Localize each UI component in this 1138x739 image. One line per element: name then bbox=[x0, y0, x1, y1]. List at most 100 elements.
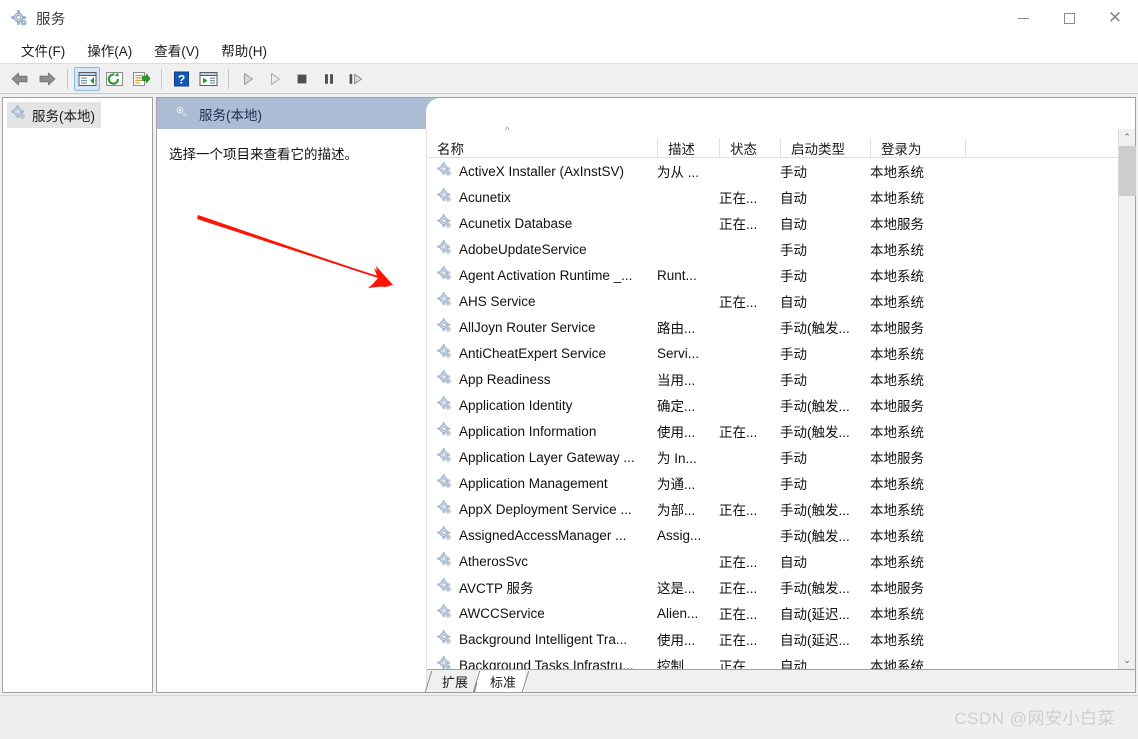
column-header-logon-as[interactable]: 登录为 bbox=[870, 138, 965, 158]
start-service-button[interactable] bbox=[235, 67, 261, 91]
cell-description: 路由... bbox=[657, 321, 696, 336]
cell-service-name: Background Tasks Infrastru... bbox=[427, 656, 657, 669]
column-header-filler[interactable] bbox=[965, 138, 1118, 158]
back-button[interactable] bbox=[7, 67, 33, 91]
show-hide-tree-icon bbox=[78, 71, 96, 86]
pause-service-icon bbox=[325, 73, 333, 84]
refresh-button[interactable] bbox=[101, 67, 127, 91]
table-row[interactable]: Application Management 为通... 手动 本地系统 bbox=[427, 470, 1118, 496]
forward-button[interactable] bbox=[34, 67, 60, 91]
cell-startup-type: 手动 bbox=[780, 347, 807, 362]
description-text: 选择一个项目来查看它的描述。 bbox=[169, 147, 358, 162]
service-name-label: Application Information bbox=[459, 423, 597, 439]
cell-startup-type: 自动 bbox=[780, 295, 807, 310]
column-header-status[interactable]: 状态 bbox=[719, 138, 780, 158]
cell-description: 为通... bbox=[657, 477, 696, 492]
table-row[interactable]: AssignedAccessManager ... Assig... 手动(触发..… bbox=[427, 522, 1118, 548]
cell-service-name: Application Information bbox=[427, 422, 657, 440]
vertical-scrollbar[interactable]: ⌃ ⌄ bbox=[1118, 129, 1136, 669]
table-row[interactable]: Background Intelligent Tra... 使用... 正在... 自… bbox=[427, 626, 1118, 652]
show-hide-tree-button[interactable] bbox=[74, 66, 100, 91]
table-row[interactable]: App Readiness 当用... 手动 本地系统 bbox=[427, 366, 1118, 392]
cell-service-name: ActiveX Installer (AxInstSV) bbox=[427, 162, 657, 180]
menu-bar: 文件(F) 操作(A) 查看(V) 帮助(H) bbox=[0, 36, 1138, 63]
table-row[interactable]: AVCTP 服务 这是... 正在... 手动(触发... 本地服务 bbox=[427, 574, 1118, 600]
cell-logon-as: 本地系统 bbox=[870, 243, 924, 258]
cell-startup-type: 手动 bbox=[780, 243, 807, 258]
restart-service-button[interactable] bbox=[343, 67, 369, 91]
cell-status: 正在... bbox=[719, 555, 758, 570]
cell-logon-as: 本地系统 bbox=[870, 607, 924, 622]
pane-header-title: 服务(本地) bbox=[199, 107, 262, 123]
pause-service-button[interactable] bbox=[316, 67, 342, 91]
service-name-label: ActiveX Installer (AxInstSV) bbox=[459, 163, 625, 179]
cell-startup-type: 手动 bbox=[780, 477, 807, 492]
table-row[interactable]: Application Layer Gateway ... 为 In... 手动 本地… bbox=[427, 444, 1118, 470]
toolbar: ? bbox=[0, 63, 1138, 94]
cell-service-name: AllJoyn Router Service bbox=[427, 318, 657, 336]
menu-view[interactable]: 查看(V) bbox=[143, 38, 210, 62]
table-row[interactable]: Application Information 使用... 正在... 手动(触发..… bbox=[427, 418, 1118, 444]
help-icon: ? bbox=[173, 71, 189, 86]
stop-service-button[interactable] bbox=[289, 67, 315, 91]
table-row[interactable]: AdobeUpdateService 手动 本地系统 bbox=[427, 236, 1118, 262]
properties-button[interactable] bbox=[195, 67, 221, 91]
column-header-name[interactable]: 名称 ^ bbox=[427, 126, 657, 158]
cell-logon-as: 本地系统 bbox=[870, 295, 924, 310]
table-row[interactable]: AtherosSvc 正在... 自动 本地系统 bbox=[427, 548, 1118, 574]
service-name-label: AntiCheatExpert Service bbox=[459, 345, 607, 361]
main-body: 服务(本地) 服务(本地) 选择一个项目来查看它的描述。 名称 ^ 描述 状态 … bbox=[0, 94, 1138, 695]
cell-service-name: Application Layer Gateway ... bbox=[427, 448, 657, 466]
tab-standard[interactable]: 标准 bbox=[472, 671, 530, 692]
cell-description: 使用... bbox=[657, 425, 696, 440]
cell-startup-type: 手动(触发... bbox=[780, 321, 850, 336]
table-row[interactable]: Background Tasks Infrastru... 控制... 正在 自动 本地… bbox=[427, 652, 1118, 669]
cell-service-name: AdobeUpdateService bbox=[427, 240, 657, 258]
minimize-button[interactable] bbox=[1000, 0, 1046, 36]
menu-file[interactable]: 文件(F) bbox=[10, 38, 76, 62]
cell-description: 确定... bbox=[657, 399, 696, 414]
cell-description: 使用... bbox=[657, 633, 696, 648]
cell-logon-as: 本地服务 bbox=[870, 451, 924, 466]
cell-startup-type: 手动 bbox=[780, 373, 807, 388]
table-row[interactable]: AHS Service 正在... 自动 本地系统 bbox=[427, 288, 1118, 314]
scroll-up-icon[interactable]: ⌃ bbox=[1119, 129, 1136, 146]
service-gear-icon bbox=[437, 396, 452, 414]
tab-extended[interactable]: 扩展 bbox=[424, 671, 482, 692]
cell-logon-as: 本地系统 bbox=[870, 347, 924, 362]
table-row[interactable]: AWCCService Alien... 正在... 自动(延迟... 本地系统 bbox=[427, 600, 1118, 626]
scroll-track[interactable] bbox=[1118, 146, 1136, 652]
service-gear-icon bbox=[437, 656, 452, 669]
close-button[interactable]: ✕ bbox=[1092, 0, 1138, 36]
cell-logon-as: 本地服务 bbox=[870, 321, 924, 336]
table-row[interactable]: Acunetix Database 正在... 自动 本地服务 bbox=[427, 210, 1118, 236]
column-headers: 名称 ^ 描述 状态 启动类型 登录为 bbox=[427, 126, 1118, 158]
table-row[interactable]: ActiveX Installer (AxInstSV) 为从 ... 手动 本地系统 bbox=[427, 158, 1118, 184]
cell-description: 为 In... bbox=[657, 451, 697, 466]
column-header-startup-type[interactable]: 启动类型 bbox=[780, 138, 870, 158]
scroll-thumb[interactable] bbox=[1118, 146, 1136, 196]
cell-service-name: AppX Deployment Service ... bbox=[427, 500, 657, 518]
sidebar-item-label: 服务(本地) bbox=[32, 109, 95, 124]
cell-logon-as: 本地系统 bbox=[870, 269, 924, 284]
table-row[interactable]: AllJoyn Router Service 路由... 手动(触发... 本地服务 bbox=[427, 314, 1118, 340]
column-header-description[interactable]: 描述 bbox=[657, 138, 719, 158]
table-row[interactable]: AntiCheatExpert Service Servi... 手动 本地系统 bbox=[427, 340, 1118, 366]
sidebar-item-services-local[interactable]: 服务(本地) bbox=[7, 102, 101, 128]
table-row[interactable]: AppX Deployment Service ... 为部... 正在... 手动(… bbox=[427, 496, 1118, 522]
service-name-label: Application Identity bbox=[459, 397, 573, 413]
menu-action[interactable]: 操作(A) bbox=[76, 38, 143, 62]
table-row[interactable]: Acunetix 正在... 自动 本地系统 bbox=[427, 184, 1118, 210]
help-button[interactable]: ? bbox=[168, 67, 194, 91]
export-list-button[interactable] bbox=[128, 67, 154, 91]
service-name-label: Background Tasks Infrastru... bbox=[459, 657, 634, 670]
resume-service-button[interactable] bbox=[262, 67, 288, 91]
maximize-button[interactable] bbox=[1046, 0, 1092, 36]
description-pane: 选择一个项目来查看它的描述。 bbox=[157, 129, 426, 692]
menu-help[interactable]: 帮助(H) bbox=[210, 38, 278, 62]
properties-icon bbox=[199, 71, 217, 86]
cell-startup-type: 手动 bbox=[780, 451, 807, 466]
table-row[interactable]: Application Identity 确定... 手动(触发... 本地服务 bbox=[427, 392, 1118, 418]
scroll-down-icon[interactable]: ⌄ bbox=[1119, 652, 1136, 669]
table-row[interactable]: Agent Activation Runtime _... Runt... 手动 本地… bbox=[427, 262, 1118, 288]
